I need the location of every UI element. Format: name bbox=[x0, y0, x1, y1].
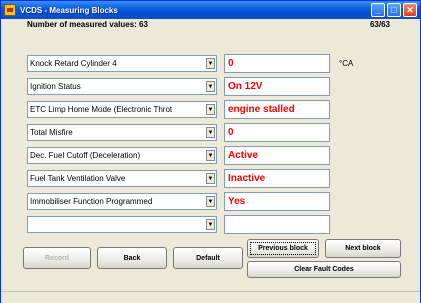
field-select-7[interactable]: Immobiliser Function Programmed ▼ bbox=[27, 193, 217, 210]
field-select-2[interactable]: Ignition Status ▼ bbox=[27, 78, 217, 95]
field-value-7: Yes bbox=[224, 192, 330, 211]
clear-fault-codes-button[interactable]: Clear Fault Codes bbox=[247, 261, 401, 278]
field-select-label: Knock Retard Cylinder 4 bbox=[30, 59, 117, 68]
measured-values-count: Number of measured values: 63 bbox=[27, 20, 148, 29]
measuring-blocks-window: VCDS - Measuring Blocks _ □ ✕ Number of … bbox=[0, 0, 421, 303]
field-select-label: Fuel Tank Ventilation Valve bbox=[30, 174, 126, 183]
field-unit-1: °CA bbox=[339, 59, 354, 68]
previous-block-button[interactable]: Previous block bbox=[247, 239, 319, 258]
window-controls: _ □ ✕ bbox=[371, 3, 417, 17]
field-select-3[interactable]: ETC Limp Home Mode (Electronic Throt ▼ bbox=[27, 101, 217, 118]
field-value-2: On 12V bbox=[224, 77, 330, 96]
field-value-3: engine stalled bbox=[224, 100, 330, 119]
chevron-down-icon[interactable]: ▼ bbox=[206, 104, 215, 115]
minimize-icon[interactable]: _ bbox=[371, 3, 385, 17]
field-select-8[interactable]: ▼ bbox=[27, 216, 217, 233]
field-select-5[interactable]: Dec. Fuel Cutoff (Deceleration) ▼ bbox=[27, 147, 217, 164]
chevron-down-icon[interactable]: ▼ bbox=[206, 219, 215, 230]
field-value-8 bbox=[224, 215, 330, 234]
measured-values-index: 63/63 bbox=[369, 20, 390, 29]
field-value-4: 0 bbox=[224, 123, 330, 142]
field-value-6: Inactive bbox=[224, 169, 330, 188]
field-value-1: 0 bbox=[224, 54, 330, 73]
next-block-button[interactable]: Next block bbox=[325, 239, 401, 258]
field-select-label: Ignition Status bbox=[30, 82, 81, 91]
chevron-down-icon[interactable]: ▼ bbox=[206, 81, 215, 92]
status-bar bbox=[1, 291, 420, 303]
chevron-down-icon[interactable]: ▼ bbox=[206, 173, 215, 184]
chevron-down-icon[interactable]: ▼ bbox=[206, 127, 215, 138]
chevron-down-icon[interactable]: ▼ bbox=[206, 58, 215, 69]
default-button[interactable]: Default bbox=[173, 247, 243, 269]
chevron-down-icon[interactable]: ▼ bbox=[206, 196, 215, 207]
field-select-1[interactable]: Knock Retard Cylinder 4 ▼ bbox=[27, 55, 217, 72]
title-bar[interactable]: VCDS - Measuring Blocks _ □ ✕ bbox=[1, 1, 420, 19]
field-select-label: ETC Limp Home Mode (Electronic Throt bbox=[30, 105, 173, 114]
field-select-label: Dec. Fuel Cutoff (Deceleration) bbox=[30, 151, 141, 160]
record-button[interactable]: Record bbox=[23, 247, 91, 269]
maximize-icon[interactable]: □ bbox=[387, 3, 401, 17]
close-icon[interactable]: ✕ bbox=[403, 3, 417, 17]
field-select-label: Immobiliser Function Programmed bbox=[30, 197, 153, 206]
field-select-label: Total Misfire bbox=[30, 128, 73, 137]
field-value-5: Active bbox=[224, 146, 330, 165]
vcds-app-icon bbox=[4, 4, 16, 16]
field-select-4[interactable]: Total Misfire ▼ bbox=[27, 124, 217, 141]
window-title: VCDS - Measuring Blocks bbox=[20, 5, 118, 15]
field-select-6[interactable]: Fuel Tank Ventilation Valve ▼ bbox=[27, 170, 217, 187]
back-button[interactable]: Back bbox=[97, 247, 167, 269]
chevron-down-icon[interactable]: ▼ bbox=[206, 150, 215, 161]
